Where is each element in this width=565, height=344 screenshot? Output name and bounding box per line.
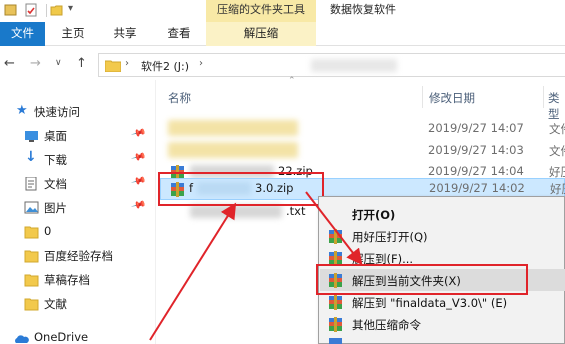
menu-item-label: 其他压缩命令 xyxy=(352,318,421,332)
tab-extract[interactable]: 解压缩 xyxy=(206,22,316,46)
menu-item-label: 用好压打开(Q) xyxy=(352,230,428,244)
nav-item-literature[interactable]: 文献 xyxy=(0,292,155,316)
file-date: 2019/9/27 14:04 xyxy=(428,164,524,178)
recent-locations-icon[interactable]: ∨ xyxy=(55,58,62,68)
nav-item-quick-access[interactable]: ★ 快速访问 xyxy=(0,100,155,124)
redacted-item xyxy=(168,142,298,158)
nav-item-desktop[interactable]: 桌面 📌 xyxy=(0,124,155,148)
column-header-date[interactable]: 修改日期 xyxy=(429,90,475,106)
menu-icon xyxy=(329,338,342,344)
menu-item-other-compress[interactable]: 其他压缩命令 xyxy=(320,313,565,335)
nav-label: OneDrive xyxy=(34,330,89,344)
folder-icon xyxy=(105,60,121,72)
download-icon: ↓ xyxy=(25,149,37,165)
nav-label: 图片 xyxy=(44,201,67,215)
breadcrumb-drive[interactable]: 软件2 (J:) xyxy=(141,58,189,74)
ribbon-tabs: 文件 主页 共享 查看 解压缩 xyxy=(0,22,565,46)
navigation-pane: ★ 快速访问 桌面 📌 ↓ 下载 📌 文档 📌 图片 📌 0 百度经验存档 草稿… xyxy=(0,96,155,344)
context-tab-title: 压缩的文件夹工具 xyxy=(206,0,316,22)
file-type: 文件 xyxy=(549,144,565,158)
nav-label: 快速访问 xyxy=(34,105,80,119)
nav-label: 文档 xyxy=(44,177,67,191)
customize-toolbar-icon[interactable]: ▾ xyxy=(68,3,73,14)
up-arrow-icon[interactable]: ↑ xyxy=(76,56,87,71)
navigation-bar: ← → ∨ ↑ › 软件2 (J:) › xyxy=(0,52,565,78)
redacted-item xyxy=(168,120,298,136)
nav-item-pictures[interactable]: 图片 📌 xyxy=(0,196,155,220)
column-divider[interactable] xyxy=(543,86,544,108)
column-header-name[interactable]: 名称 xyxy=(168,90,191,106)
file-date: 2019/9/27 14:07 xyxy=(428,121,524,135)
redacted-name xyxy=(190,205,282,218)
menu-item-open[interactable]: 打开(O) xyxy=(320,203,565,225)
nav-label: 百度经验存档 xyxy=(44,249,113,263)
back-arrow-icon[interactable]: ← xyxy=(4,56,15,71)
tab-file[interactable]: 文件 xyxy=(0,22,45,46)
breadcrumb-separator-icon: › xyxy=(199,58,203,69)
nav-item-folder-0[interactable]: 0 xyxy=(0,220,155,244)
file-name: .txt xyxy=(286,204,306,218)
file-date: 2019/9/27 14:02 xyxy=(429,181,525,195)
title-bar: ▾ 压缩的文件夹工具 数据恢复软件 xyxy=(0,0,565,22)
menu-item-label: 解压到 "finaldata_V3.0\" (E) xyxy=(352,296,508,310)
breadcrumb-separator-icon: › xyxy=(125,58,129,69)
folder-icon xyxy=(24,274,39,287)
save-icon[interactable] xyxy=(4,3,18,17)
window-title: 数据恢复软件 xyxy=(330,3,396,16)
nav-label: 桌面 xyxy=(44,129,67,143)
new-folder-icon[interactable] xyxy=(50,3,64,17)
file-row[interactable]: 2019/9/27 14:07 文件 xyxy=(160,118,565,140)
nav-label: 0 xyxy=(44,224,52,238)
file-date: 2019/9/27 14:03 xyxy=(428,143,524,157)
pin-icon[interactable]: 📌 xyxy=(130,198,146,214)
file-row[interactable]: 2019/9/27 14:03 文件 xyxy=(160,140,565,162)
folder-icon xyxy=(24,298,39,311)
tab-home[interactable]: 主页 xyxy=(56,22,90,46)
menu-item-open-with-haozip[interactable]: 用好压打开(Q) xyxy=(320,225,565,247)
compress-icon xyxy=(329,317,342,332)
file-type: 好压 xyxy=(550,182,565,196)
folder-icon xyxy=(24,250,39,263)
nav-label: 草稿存档 xyxy=(44,273,90,287)
nav-label: 文献 xyxy=(44,297,67,311)
column-divider[interactable] xyxy=(422,86,423,108)
pin-icon[interactable]: 📌 xyxy=(130,150,146,166)
toolbar-divider xyxy=(46,4,47,17)
nav-item-downloads[interactable]: ↓ 下载 📌 xyxy=(0,148,155,172)
annotation-box-menu-item xyxy=(316,264,528,295)
address-bar[interactable]: › 软件2 (J:) › xyxy=(98,53,565,77)
tab-share[interactable]: 共享 xyxy=(108,22,142,46)
tab-view[interactable]: 查看 xyxy=(162,22,196,46)
annotation-arrow-to-file xyxy=(149,202,237,341)
properties-icon[interactable] xyxy=(24,3,38,17)
annotation-box-file xyxy=(158,172,324,206)
folder-icon xyxy=(24,226,39,239)
desktop-icon xyxy=(25,131,38,142)
cloud-icon xyxy=(15,335,29,343)
pane-divider xyxy=(155,80,156,344)
nav-label: 下载 xyxy=(44,153,67,167)
picture-icon xyxy=(24,201,39,214)
extract-folder-icon xyxy=(329,295,342,310)
star-icon: ★ xyxy=(16,103,28,118)
forward-arrow-icon[interactable]: → xyxy=(30,56,41,71)
document-icon xyxy=(25,177,37,191)
sort-ascending-icon: ⌃ xyxy=(288,76,296,86)
pin-icon[interactable]: 📌 xyxy=(130,126,146,142)
nav-item-baidu-archive[interactable]: 百度经验存档 xyxy=(0,244,155,268)
menu-item-next[interactable] xyxy=(320,335,565,344)
nav-item-draft-archive[interactable]: 草稿存档 xyxy=(0,268,155,292)
file-type: 文件 xyxy=(549,122,565,136)
menu-item-label: 打开(O) xyxy=(352,208,396,222)
pin-icon[interactable]: 📌 xyxy=(130,174,146,190)
nav-item-documents[interactable]: 文档 📌 xyxy=(0,172,155,196)
redacted-path xyxy=(311,59,397,72)
haozip-icon xyxy=(329,229,342,244)
nav-item-onedrive[interactable]: OneDrive xyxy=(0,326,155,344)
